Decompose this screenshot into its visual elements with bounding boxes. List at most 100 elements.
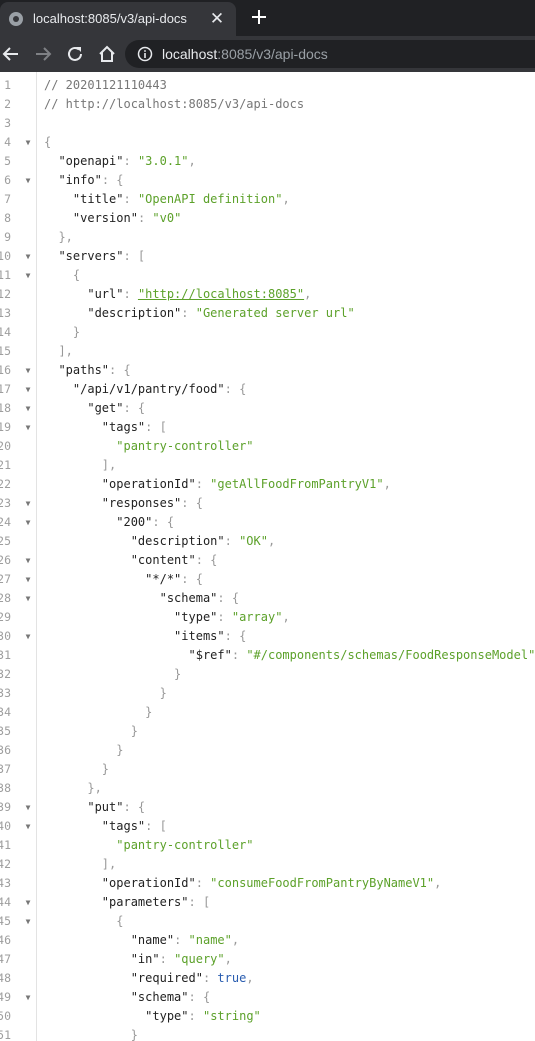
line-number: 42 xyxy=(0,857,11,871)
address-bar[interactable]: localhost:8085/v3/api-docs xyxy=(125,40,535,68)
globe-icon xyxy=(9,12,23,26)
fold-toggle-icon[interactable]: ▼ xyxy=(24,570,32,589)
code-line: 45 ▼ { xyxy=(0,912,535,931)
json-key: "title" xyxy=(72,192,124,206)
line-number: 4 xyxy=(4,135,11,149)
json-punctuation: } xyxy=(174,667,182,681)
code-area: 1 // 20201121110443 2 // http://localhost:8… xyxy=(0,76,535,1041)
json-key: "version" xyxy=(72,211,138,225)
fold-toggle-icon[interactable]: ▼ xyxy=(24,817,32,836)
fold-toggle-icon[interactable]: ▼ xyxy=(24,988,32,1007)
line-number: 49 xyxy=(0,990,11,1004)
reload-button[interactable] xyxy=(64,43,86,65)
fold-toggle-icon[interactable]: ▼ xyxy=(24,912,32,931)
json-punctuation: , xyxy=(224,952,232,966)
close-icon[interactable]: ✕ xyxy=(207,9,227,29)
code-line: 11 ▼ { xyxy=(0,266,535,285)
json-link[interactable]: "http://localhost:8085" xyxy=(138,287,304,301)
json-string: "pantry-controller" xyxy=(116,838,254,852)
code-line: 31 "$ref": "#/components/schemas/FoodRes… xyxy=(0,646,535,665)
fold-toggle-icon[interactable]: ▼ xyxy=(24,266,32,285)
line-number: 17 xyxy=(0,382,11,396)
line-number: 14 xyxy=(0,325,11,339)
line-number: 32 xyxy=(0,667,11,681)
json-key: "get" xyxy=(87,401,124,415)
home-button[interactable] xyxy=(96,43,118,65)
json-string: "#/components/schemas/FoodResponseModel" xyxy=(246,648,535,662)
json-punctuation: : xyxy=(217,610,232,624)
json-punctuation: } xyxy=(130,724,138,738)
fold-toggle-icon[interactable]: ▼ xyxy=(24,380,32,399)
fold-toggle-icon[interactable]: ▼ xyxy=(24,589,32,608)
line-content: "paths": { xyxy=(44,361,131,380)
fold-toggle-icon[interactable]: ▼ xyxy=(24,798,32,817)
browser-tab[interactable]: localhost:8085/v3/api-docs ✕ xyxy=(0,2,236,36)
json-punctuation: : [ xyxy=(188,895,211,909)
line-number: 50 xyxy=(0,1009,11,1023)
fold-toggle-icon[interactable]: ▼ xyxy=(24,494,32,513)
json-punctuation: , xyxy=(434,876,442,890)
line-content: } xyxy=(44,722,138,741)
json-key: "/api/v1/pantry/food" xyxy=(72,382,225,396)
json-punctuation: : { xyxy=(224,629,247,643)
json-punctuation: , xyxy=(188,154,196,168)
code-line: 42 ], xyxy=(0,855,535,874)
fold-toggle-icon[interactable]: ▼ xyxy=(24,627,32,646)
info-icon[interactable] xyxy=(137,46,153,62)
line-content: "/api/v1/pantry/food": { xyxy=(44,380,246,399)
json-string: "Generated server url" xyxy=(195,306,355,320)
fold-toggle-icon[interactable]: ▼ xyxy=(24,399,32,418)
line-content: "version": "v0" xyxy=(44,209,181,228)
json-key: "name" xyxy=(130,933,175,947)
line-content: } xyxy=(44,1026,138,1041)
line-number: 43 xyxy=(0,876,11,890)
fold-toggle-icon[interactable]: ▼ xyxy=(24,361,32,380)
line-content: "pantry-controller" xyxy=(44,437,253,456)
fold-toggle-icon[interactable]: ▼ xyxy=(24,171,32,190)
line-number: 11 xyxy=(0,268,11,282)
line-number: 9 xyxy=(4,230,11,244)
json-punctuation: ], xyxy=(101,857,117,871)
json-punctuation: , xyxy=(304,287,312,301)
code-line: 48 "required": true, xyxy=(0,969,535,988)
code-line: 27 ▼ "*/*": { xyxy=(0,570,535,589)
json-punctuation: : xyxy=(231,648,247,662)
url-text[interactable]: localhost:8085/v3/api-docs xyxy=(162,46,328,62)
json-punctuation: : { xyxy=(181,572,203,586)
line-content: "servers": [ xyxy=(44,247,145,266)
json-punctuation: : { xyxy=(123,401,146,415)
forward-button[interactable] xyxy=(32,43,54,65)
line-content: // http://localhost:8085/v3/api-docs xyxy=(44,95,304,114)
new-tab-button[interactable] xyxy=(248,6,270,28)
json-punctuation: : xyxy=(202,971,218,985)
fold-toggle-icon[interactable]: ▼ xyxy=(24,893,32,912)
fold-toggle-icon[interactable]: ▼ xyxy=(24,513,32,532)
json-punctuation: : xyxy=(174,933,189,947)
back-button[interactable] xyxy=(0,43,22,65)
json-punctuation: : xyxy=(188,1009,203,1023)
code-line: 12 "url": "http://localhost:8085", xyxy=(0,285,535,304)
line-number: 45 xyxy=(0,914,11,928)
json-punctuation: : [ xyxy=(123,249,146,263)
line-content: "description": "OK", xyxy=(44,532,276,551)
fold-toggle-icon[interactable]: ▼ xyxy=(24,551,32,570)
code-line: 29 "type": "array", xyxy=(0,608,535,627)
code-line: 6 ▼ "info": { xyxy=(0,171,535,190)
json-key: "in" xyxy=(130,952,160,966)
json-punctuation: : { xyxy=(109,363,131,377)
code-line: 14 } xyxy=(0,323,535,342)
code-line: 25 "description": "OK", xyxy=(0,532,535,551)
code-line: 44 ▼ "parameters": [ xyxy=(0,893,535,912)
json-punctuation: : xyxy=(123,192,138,206)
fold-toggle-icon[interactable]: ▼ xyxy=(24,418,32,437)
line-number: 48 xyxy=(0,971,11,985)
json-string: "name" xyxy=(188,933,232,947)
line-content: "operationId": "consumeFoodFromPantryByN… xyxy=(44,874,442,893)
json-viewer[interactable]: 1 // 20201121110443 2 // http://localhost:8… xyxy=(0,72,535,1041)
json-punctuation: : xyxy=(123,287,138,301)
fold-toggle-icon[interactable]: ▼ xyxy=(24,133,32,152)
plus-icon xyxy=(252,10,266,24)
fold-toggle-icon[interactable]: ▼ xyxy=(24,247,32,266)
tab-title: localhost:8085/v3/api-docs xyxy=(33,11,187,26)
line-content: "required": true, xyxy=(44,969,254,988)
